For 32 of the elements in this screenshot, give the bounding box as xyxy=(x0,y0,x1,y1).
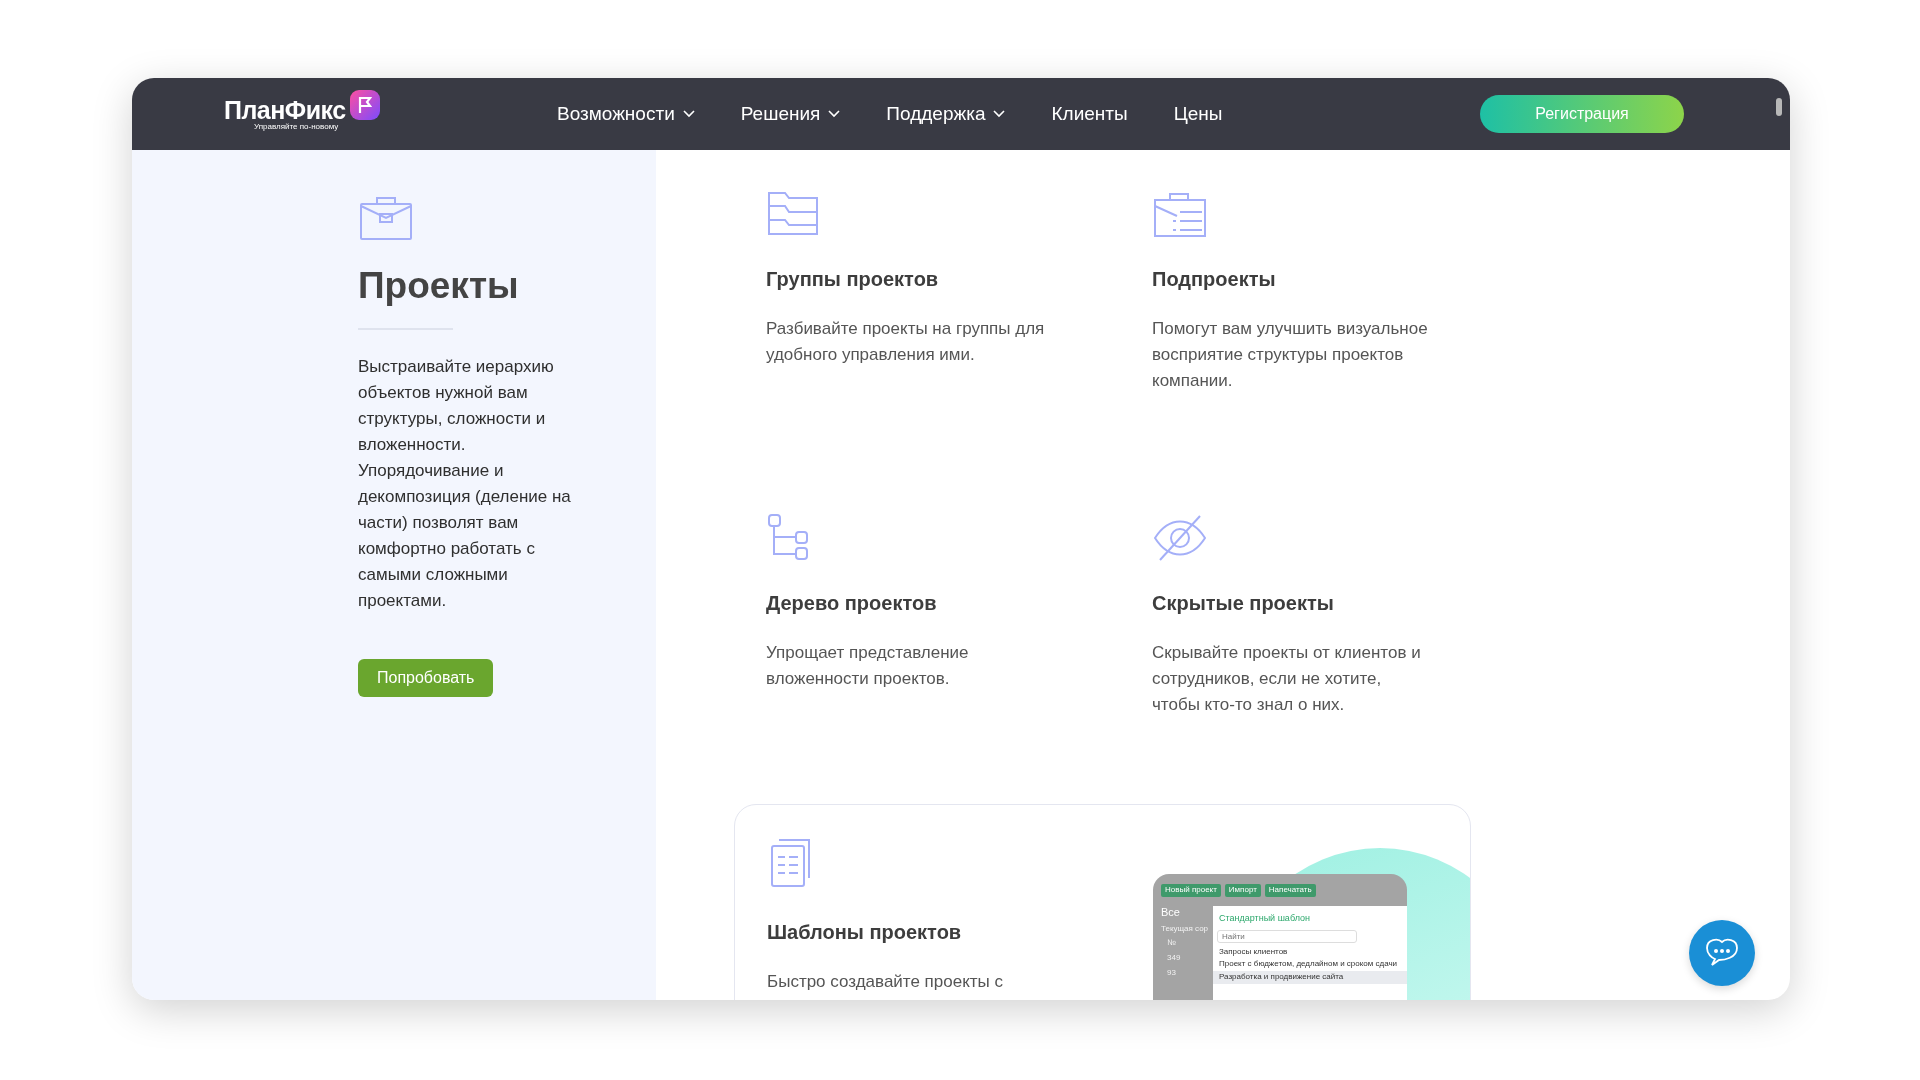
scrollbar[interactable] xyxy=(1776,98,1782,116)
filter-label: Все xyxy=(1161,905,1180,920)
table-cell: 93 xyxy=(1167,968,1176,978)
column-header: № xyxy=(1167,939,1176,949)
sort-label: Текущая сор xyxy=(1161,924,1209,934)
feature-title: Группы проектов xyxy=(766,267,939,292)
dropdown-item[interactable]: Проект с бюджетом, дедлайном и сроком сдачи xyxy=(1213,958,1407,972)
feature-description: Упрощает представление вложенности проектов. xyxy=(766,642,970,690)
feature-title: Дерево проектов xyxy=(766,591,937,616)
chat-icon xyxy=(1704,938,1740,968)
search-field[interactable]: Найти xyxy=(1217,929,1357,943)
nav-link[interactable]: Цены xyxy=(1173,99,1223,129)
section-description: Выстраивайте иерархию объектов нужной вам структуры, сложности и вложенности. Упорядочивание и декомпозиция (деление на части) позволят вам комфортно работать с самыми сложными проектами. xyxy=(358,356,572,613)
nav-dropdown[interactable]: Решения xyxy=(740,99,841,129)
dropdown-item[interactable]: Запросы клиентов xyxy=(1213,945,1407,959)
feature-title: Подпроекты xyxy=(1152,267,1276,292)
feature-title: Шаблоны проектов xyxy=(767,920,962,945)
feature-description: Скрывайте проекты от клиентов и сотрудников, если не хотите, чтобы кто-то знал о них. xyxy=(1152,642,1422,716)
nav-dropdown[interactable]: Поддержка xyxy=(886,99,1006,129)
chat-button[interactable] xyxy=(1689,920,1755,986)
feature-title: Скрытые проекты xyxy=(1152,591,1334,616)
table-cell: 349 xyxy=(1167,954,1181,963)
logo-name[interactable]: ПланФикс xyxy=(224,97,346,123)
nav-link[interactable]: Клиенты xyxy=(1051,99,1128,129)
section-title: Проекты xyxy=(358,264,520,308)
feature-description: Быстро создавайте проекты с xyxy=(767,971,1004,993)
feature-description: Разбивайте проекты на группы для удобного управления ими. xyxy=(766,318,1046,366)
dropdown-item[interactable]: Разработка и продвижение сайта xyxy=(1213,971,1407,984)
feature-description: Помогут вам улучшить визуальное восприятие структуры проектов компании. xyxy=(1152,318,1429,392)
flag-icon xyxy=(349,90,380,120)
logo-tagline: Управляйте по-новому xyxy=(253,122,340,131)
nav-dropdown[interactable]: Возможности xyxy=(557,99,695,129)
